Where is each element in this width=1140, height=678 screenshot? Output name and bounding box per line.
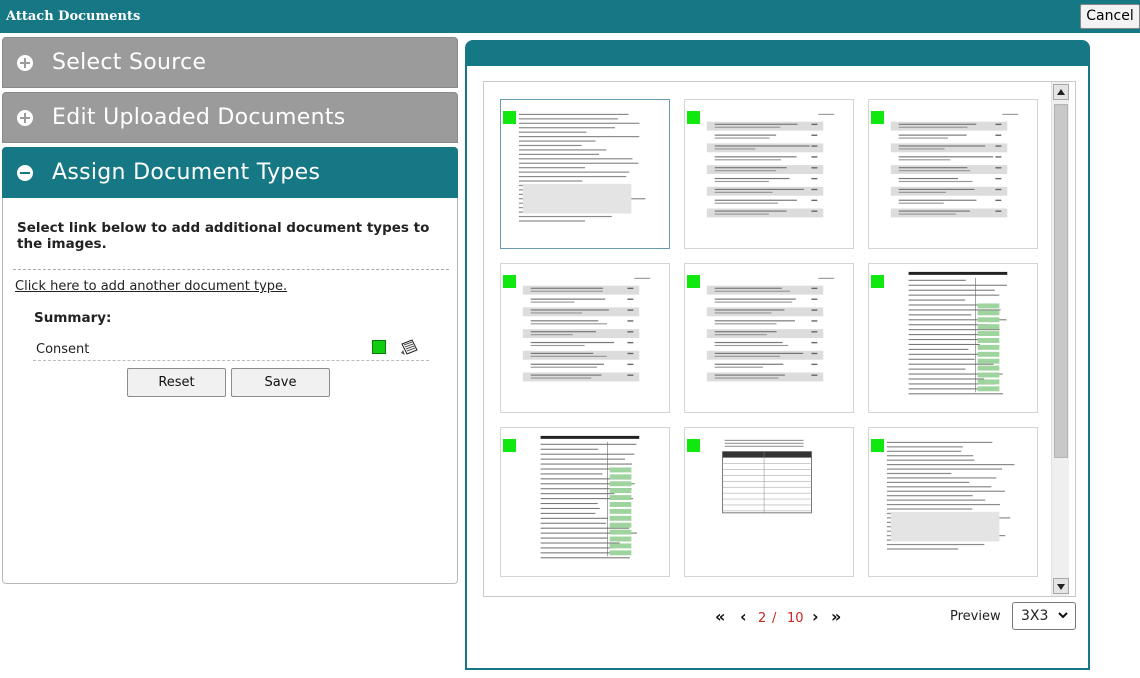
page-preview-image [890,113,1019,218]
page-preview-image [722,439,812,514]
thumbnail-viewer [483,81,1076,597]
document-type-marker [503,439,516,452]
title-bar: Attach Documents Cancel [0,0,1140,33]
preview-label: Preview [950,609,1001,624]
section-select-source[interactable]: Select Source [2,37,458,88]
section-assign-document-types[interactable]: Assign Document Types [2,147,458,198]
page-thumbnail[interactable] [868,263,1038,413]
previous-page-icon[interactable]: ‹ [740,607,747,626]
total-pages: 10 [787,611,804,626]
edit-note-icon[interactable] [399,337,419,357]
section-label: Assign Document Types [52,160,321,185]
preview-header-band [467,42,1088,66]
last-page-icon[interactable]: » [831,607,841,626]
page-thumbnail[interactable] [684,263,854,413]
vertical-scrollbar[interactable] [1051,82,1069,596]
page-preview-image [518,113,646,222]
document-type-marker [687,439,700,452]
reset-button[interactable]: Reset [127,368,226,397]
page-thumbnail[interactable] [500,427,670,577]
page-thumbnail[interactable] [684,99,854,249]
page-preview-image [886,441,1015,550]
page-preview-image [706,113,835,218]
page-preview-image [706,277,835,382]
cancel-button[interactable]: Cancel [1080,4,1140,29]
page-preview-image [522,277,651,382]
add-document-type-link[interactable]: Click here to add another document type. [15,279,287,294]
summary-heading: Summary: [34,310,112,326]
summary-item: Consent [33,337,429,361]
next-page-icon[interactable]: › [812,607,819,626]
page-thumbnail[interactable] [500,263,670,413]
page-thumbnail[interactable] [500,99,670,249]
document-type-name: Consent [36,342,90,357]
section-label: Select Source [52,50,207,75]
document-type-marker [871,275,884,288]
document-preview-panel: « ‹ 2 / 10 › » Preview 3X3 [465,40,1090,670]
page-thumbnail[interactable] [684,427,854,577]
page-thumbnail[interactable] [868,427,1038,577]
wizard-accordion: Select Source Edit Uploaded Documents As… [2,37,458,584]
assign-document-types-panel: Select link below to add additional docu… [2,198,458,584]
chevron-down-icon [1058,612,1068,619]
save-button[interactable]: Save [231,368,330,397]
section-edit-uploaded-documents[interactable]: Edit Uploaded Documents [2,92,458,143]
document-type-marker [687,275,700,288]
expand-plus-icon [17,110,33,126]
page-thumbnail[interactable] [868,99,1038,249]
document-type-marker [871,111,884,124]
page-preview-image [540,435,640,559]
instructions-text: Select link below to add additional docu… [17,220,430,252]
expand-plus-icon [17,55,33,71]
page-preview-image [908,271,1008,395]
document-type-marker [503,275,516,288]
scroll-up-arrow-icon[interactable] [1053,84,1069,100]
document-type-marker [687,111,700,124]
section-label: Edit Uploaded Documents [52,105,346,130]
document-type-color-swatch [372,340,386,354]
scrollbar-thumb[interactable] [1054,104,1068,458]
grid-size-select[interactable]: 3X3 [1012,602,1076,630]
document-type-marker [503,111,516,124]
window-title: Attach Documents [6,9,141,24]
first-page-icon[interactable]: « [715,607,725,626]
thumbnail-grid [500,99,1040,577]
collapse-minus-icon [17,165,33,181]
divider [13,269,449,270]
document-type-marker [871,439,884,452]
grid-size-value: 3X3 [1021,608,1049,624]
current-page: 2 [758,611,767,626]
scroll-down-arrow-icon[interactable] [1053,578,1069,594]
page-separator: / [772,611,777,626]
